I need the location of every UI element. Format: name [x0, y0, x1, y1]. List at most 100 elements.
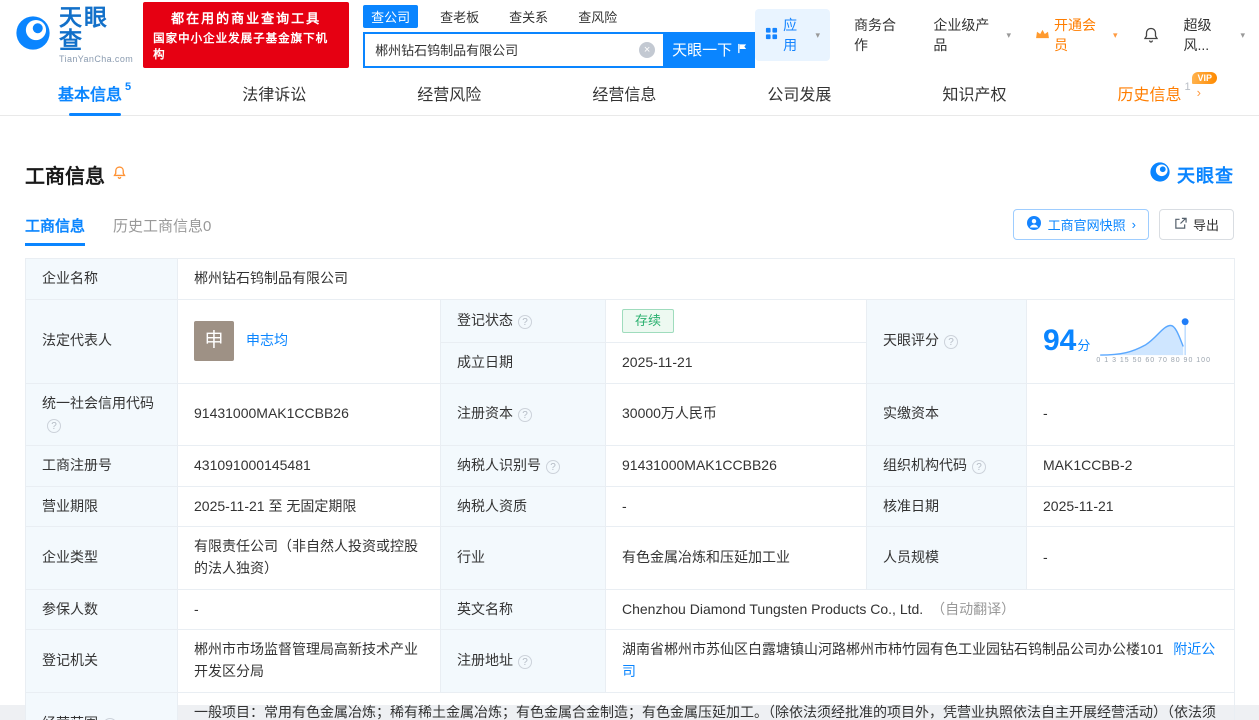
tianyancha-watermark: 天眼查	[1149, 161, 1234, 188]
establish-date-label: 成立日期	[457, 353, 513, 370]
chevron-right-icon: ›	[1131, 217, 1136, 232]
vip-badge: VIP	[1192, 71, 1217, 84]
legal-rep-label: 法定代表人	[42, 332, 112, 349]
tab-operating-risk[interactable]: 经营风险	[417, 70, 481, 116]
tab-history-info[interactable]: VIP 历史信息 1 ›	[1118, 70, 1217, 116]
score-chart: 0 1 3 15 50 60 70 80 90 100	[1096, 315, 1211, 367]
help-icon[interactable]: ?	[972, 459, 986, 474]
clear-icon[interactable]: ×	[639, 41, 656, 58]
top-right-links: 应用 ▾ 商务合作 企业级产品 ▾ 开通会员 ▾ 超级风... ▾	[755, 9, 1245, 61]
reg-capital-label: 注册资本	[457, 405, 513, 422]
person-circle-icon	[1026, 215, 1042, 234]
company-name-value: 郴州钻石钨制品有限公司	[194, 270, 348, 286]
export-icon	[1174, 217, 1187, 233]
paid-capital-value: -	[1043, 405, 1048, 422]
help-icon[interactable]: ?	[546, 459, 560, 474]
legal-rep-link[interactable]: 申志均	[246, 330, 288, 352]
company-name-label: 企业名称	[42, 270, 98, 286]
search-tab-relation[interactable]: 查关系	[501, 5, 556, 28]
insured-count-label: 参保人数	[42, 600, 98, 617]
table-row: 企业名称 郴州钻石钨制品有限公司	[25, 258, 1236, 300]
super-risk-link[interactable]: 超级风... ▾	[1184, 15, 1245, 55]
establish-date-value: 2025-11-21	[622, 353, 693, 370]
page: 天眼查 TianYanCha.com 都在用的商业查询工具 国家中小企业发展子基…	[0, 0, 1259, 720]
company-type-value: 有限责任公司（非自然人投资或控股的法人独资）	[194, 538, 418, 576]
enterprise-products-link[interactable]: 企业级产品 ▾	[933, 15, 1011, 55]
table-row: 企业类型 有限责任公司（非自然人投资或控股的法人独资） 行业 有色金属冶炼和压延…	[25, 526, 1236, 590]
search-box: ×	[363, 31, 666, 68]
industry-value: 有色金属冶炼和压延加工业	[622, 549, 790, 566]
score-value: 94	[1043, 323, 1077, 357]
paid-capital-label: 实缴资本	[883, 405, 939, 422]
search-button[interactable]: 天眼一下	[665, 31, 756, 68]
approval-date-value: 2025-11-21	[1043, 497, 1114, 514]
tab-company-development[interactable]: 公司发展	[767, 70, 831, 116]
legal-rep-avatar: 申	[194, 321, 234, 362]
tab-count: 5	[125, 80, 132, 93]
logo-domain: TianYanCha.com	[59, 54, 134, 64]
section-title: 工商信息	[25, 166, 105, 188]
search-area: 查公司 查老板 查关系 查风险 × 天眼一下	[363, 3, 756, 68]
promo-badge: 都在用的商业查询工具 国家中小企业发展子基金旗下机构	[143, 2, 350, 68]
help-icon[interactable]: ?	[944, 335, 958, 350]
table-row: 登记机关 郴州市市场监督管理局高新技术产业开发区分局 注册地址? 湖南省郴州市苏…	[25, 629, 1236, 693]
search-tab-company[interactable]: 查公司	[363, 4, 419, 28]
apps-label: 应用	[783, 17, 798, 53]
reg-authority-value: 郴州市市场监督管理局高新技术产业开发区分局	[194, 641, 418, 680]
help-icon[interactable]: ?	[518, 314, 532, 329]
search-tab-boss[interactable]: 查老板	[432, 5, 487, 28]
taxpayer-id-label: 纳税人识别号	[457, 456, 541, 473]
table-row: 工商注册号 431091000145481 纳税人识别号? 91431000MA…	[25, 444, 1236, 487]
table-row: 营业期限 2025-11-21 至 无固定期限 纳税人资质 - 核准日期 202…	[25, 485, 1236, 528]
help-icon[interactable]: ?	[47, 419, 61, 434]
business-coop-link[interactable]: 商务合作	[854, 15, 909, 55]
tab-legal-proceedings[interactable]: 法律诉讼	[242, 70, 306, 116]
notification-bell-icon[interactable]	[1142, 26, 1160, 44]
promo-line2: 国家中小企业发展子基金旗下机构	[153, 33, 329, 61]
main-content: 工商信息 天眼查 工商信息 历史工商信息0 工商官网快照 › 导出 企业名称 郴…	[0, 160, 1259, 720]
flag-icon	[737, 41, 748, 58]
score-axis-ticks: 0 1 3 15 50 60 70 80 90 100	[1096, 357, 1211, 365]
reg-status-label: 登记状态	[457, 311, 513, 328]
table-row: 经营范围? 一般项目：常用有色金属冶炼；稀有稀土金属冶炼；有色金属合金制造；有色…	[25, 691, 1236, 720]
official-snapshot-button[interactable]: 工商官网快照 ›	[1012, 209, 1149, 240]
score-unit: 分	[1077, 337, 1091, 353]
section-tabs: 工商信息 历史工商信息0 工商官网快照 › 导出	[25, 209, 1234, 246]
tianyancha-logo-icon	[1149, 161, 1171, 188]
search-input[interactable]	[365, 42, 640, 57]
subtab-history-business-info[interactable]: 历史工商信息0	[113, 215, 211, 246]
search-tab-risk[interactable]: 查风险	[570, 5, 625, 28]
help-icon[interactable]: ?	[518, 655, 532, 670]
tianyancha-logo[interactable]: 天眼查 TianYanCha.com	[14, 6, 133, 64]
business-term-label: 营业期限	[42, 497, 98, 514]
tab-basic-info[interactable]: 基本信息 5	[58, 70, 131, 116]
tab-intellectual-property[interactable]: 知识产权	[942, 70, 1006, 116]
tianyancha-logo-icon	[14, 14, 52, 57]
credit-code-label: 统一社会信用代码	[42, 394, 154, 411]
company-nav: 基本信息 5 法律诉讼 经营风险 经营信息 公司发展 知识产权 VIP 历史信息…	[0, 70, 1259, 116]
subtab-business-info[interactable]: 工商信息	[25, 215, 86, 246]
export-button[interactable]: 导出	[1158, 209, 1234, 240]
chevron-right-icon: ›	[1196, 85, 1201, 100]
english-name-value: Chenzhou Diamond Tungsten Products Co., …	[622, 600, 924, 617]
chevron-down-icon: ▾	[1240, 29, 1245, 40]
auto-translate-note: （自动翻译）	[931, 600, 1016, 617]
reg-address-value: 湖南省郴州市苏仙区白露塘镇山河路郴州市柿竹园有色工业园钻石钨制品公司办公楼101	[622, 641, 1164, 658]
apps-button[interactable]: 应用 ▾	[755, 9, 831, 61]
table-row: 法定代表人 申 申志均 登记状态? 存续 天眼评分? 94分 0 1 3 15 …	[25, 298, 1236, 384]
business-scope-value: 一般项目：常用有色金属冶炼；稀有稀土金属冶炼；有色金属合金制造；有色金属压延加工…	[194, 703, 1216, 720]
help-icon[interactable]: ?	[518, 408, 532, 423]
open-vip-link[interactable]: 开通会员 ▾	[1035, 15, 1118, 55]
chevron-down-icon: ▾	[815, 29, 821, 40]
reg-authority-label: 登记机关	[42, 652, 98, 669]
staff-size-label: 人员规模	[883, 549, 939, 566]
business-scope-label: 经营范围	[42, 715, 98, 720]
logo-name: 天眼查	[59, 4, 109, 53]
taxpayer-quality-label: 纳税人资质	[457, 497, 527, 514]
credit-code-value: 91431000MAK1CCBB26	[194, 405, 349, 422]
staff-size-value: -	[1043, 549, 1048, 566]
reg-address-label: 注册地址	[457, 652, 513, 669]
org-code-label: 组织机构代码	[883, 456, 967, 473]
tab-operating-info[interactable]: 经营信息	[592, 70, 656, 116]
reg-number-value: 431091000145481	[194, 456, 311, 473]
